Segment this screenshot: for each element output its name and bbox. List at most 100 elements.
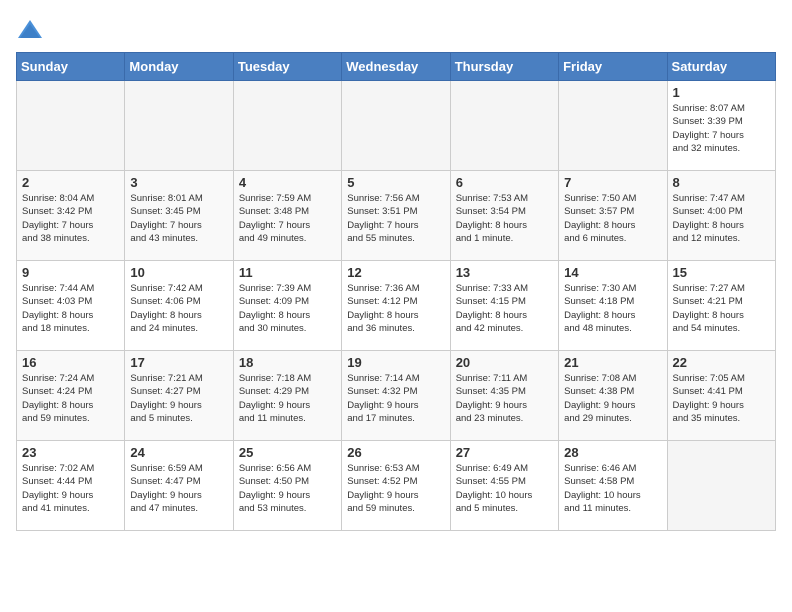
day-info: Sunrise: 7:11 AM Sunset: 4:35 PM Dayligh… [456, 372, 553, 425]
day-info: Sunrise: 7:47 AM Sunset: 4:00 PM Dayligh… [673, 192, 770, 245]
calendar-cell [342, 81, 450, 171]
calendar-cell: 19 Sunrise: 7:14 AM Sunset: 4:32 PM Dayli… [342, 351, 450, 441]
calendar-table: SundayMondayTuesdayWednesdayThursdayFrid… [16, 52, 776, 531]
calendar-cell: 17 Sunrise: 7:21 AM Sunset: 4:27 PM Dayli… [125, 351, 233, 441]
day-number: 20 [456, 355, 553, 370]
weekday-header-saturday: Saturday [667, 53, 775, 81]
calendar-cell: 2 Sunrise: 8:04 AM Sunset: 3:42 PM Daylig… [17, 171, 125, 261]
day-info: Sunrise: 7:18 AM Sunset: 4:29 PM Dayligh… [239, 372, 336, 425]
calendar-cell: 20 Sunrise: 7:11 AM Sunset: 4:35 PM Dayli… [450, 351, 558, 441]
day-number: 16 [22, 355, 119, 370]
day-info: Sunrise: 6:59 AM Sunset: 4:47 PM Dayligh… [130, 462, 227, 515]
logo [16, 16, 48, 44]
calendar-cell: 5 Sunrise: 7:56 AM Sunset: 3:51 PM Daylig… [342, 171, 450, 261]
calendar-cell: 21Sunrise: 7:08 AM Sunset: 4:38 PM Dayli… [559, 351, 667, 441]
day-number: 18 [239, 355, 336, 370]
calendar-cell: 12 Sunrise: 7:36 AM Sunset: 4:12 PM Dayli… [342, 261, 450, 351]
calendar-cell: 16 Sunrise: 7:24 AM Sunset: 4:24 PM Dayli… [17, 351, 125, 441]
calendar-cell: 22 Sunrise: 7:05 AM Sunset: 4:41 PM Dayli… [667, 351, 775, 441]
calendar-week-row: 16 Sunrise: 7:24 AM Sunset: 4:24 PM Dayli… [17, 351, 776, 441]
day-info: Sunrise: 7:02 AM Sunset: 4:44 PM Dayligh… [22, 462, 119, 515]
day-info: Sunrise: 7:39 AM Sunset: 4:09 PM Dayligh… [239, 282, 336, 335]
day-number: 10 [130, 265, 227, 280]
day-info: Sunrise: 7:36 AM Sunset: 4:12 PM Dayligh… [347, 282, 444, 335]
weekday-header-friday: Friday [559, 53, 667, 81]
day-number: 4 [239, 175, 336, 190]
weekday-header-sunday: Sunday [17, 53, 125, 81]
calendar-cell: 23 Sunrise: 7:02 AM Sunset: 4:44 PM Dayli… [17, 441, 125, 531]
day-info: Sunrise: 7:42 AM Sunset: 4:06 PM Dayligh… [130, 282, 227, 335]
day-info: Sunrise: 7:05 AM Sunset: 4:41 PM Dayligh… [673, 372, 770, 425]
day-info: Sunrise: 6:49 AM Sunset: 4:55 PM Dayligh… [456, 462, 553, 515]
day-number: 13 [456, 265, 553, 280]
calendar-week-row: 1 Sunrise: 8:07 AM Sunset: 3:39 PM Daylig… [17, 81, 776, 171]
day-number: 8 [673, 175, 770, 190]
calendar-cell: 15 Sunrise: 7:27 AM Sunset: 4:21 PM Dayli… [667, 261, 775, 351]
day-number: 17 [130, 355, 227, 370]
day-info: Sunrise: 7:59 AM Sunset: 3:48 PM Dayligh… [239, 192, 336, 245]
day-number: 11 [239, 265, 336, 280]
calendar-cell: 4 Sunrise: 7:59 AM Sunset: 3:48 PM Daylig… [233, 171, 341, 261]
weekday-header-row: SundayMondayTuesdayWednesdayThursdayFrid… [17, 53, 776, 81]
day-info: Sunrise: 8:01 AM Sunset: 3:45 PM Dayligh… [130, 192, 227, 245]
calendar-week-row: 23 Sunrise: 7:02 AM Sunset: 4:44 PM Dayli… [17, 441, 776, 531]
day-number: 5 [347, 175, 444, 190]
calendar-cell [125, 81, 233, 171]
day-number: 12 [347, 265, 444, 280]
day-info: Sunrise: 7:24 AM Sunset: 4:24 PM Dayligh… [22, 372, 119, 425]
day-number: 14 [564, 265, 661, 280]
calendar-cell [667, 441, 775, 531]
calendar-cell: 8 Sunrise: 7:47 AM Sunset: 4:00 PM Daylig… [667, 171, 775, 261]
day-number: 1 [673, 85, 770, 100]
logo-icon [16, 16, 44, 44]
calendar-cell: 18 Sunrise: 7:18 AM Sunset: 4:29 PM Dayli… [233, 351, 341, 441]
page-header [16, 16, 776, 44]
day-info: Sunrise: 7:27 AM Sunset: 4:21 PM Dayligh… [673, 282, 770, 335]
weekday-header-monday: Monday [125, 53, 233, 81]
day-number: 23 [22, 445, 119, 460]
day-info: Sunrise: 7:14 AM Sunset: 4:32 PM Dayligh… [347, 372, 444, 425]
calendar-cell: 28 Sunrise: 6:46 AM Sunset: 4:58 PM Dayli… [559, 441, 667, 531]
calendar-cell: 13 Sunrise: 7:33 AM Sunset: 4:15 PM Dayli… [450, 261, 558, 351]
day-number: 9 [22, 265, 119, 280]
day-number: 6 [456, 175, 553, 190]
day-number: 28 [564, 445, 661, 460]
calendar-cell: 6Sunrise: 7:53 AM Sunset: 3:54 PM Daylig… [450, 171, 558, 261]
weekday-header-wednesday: Wednesday [342, 53, 450, 81]
calendar-cell: 7 Sunrise: 7:50 AM Sunset: 3:57 PM Daylig… [559, 171, 667, 261]
day-number: 22 [673, 355, 770, 370]
calendar-cell: 10 Sunrise: 7:42 AM Sunset: 4:06 PM Dayli… [125, 261, 233, 351]
day-info: Sunrise: 6:56 AM Sunset: 4:50 PM Dayligh… [239, 462, 336, 515]
calendar-cell: 3 Sunrise: 8:01 AM Sunset: 3:45 PM Daylig… [125, 171, 233, 261]
day-info: Sunrise: 8:04 AM Sunset: 3:42 PM Dayligh… [22, 192, 119, 245]
day-info: Sunrise: 7:44 AM Sunset: 4:03 PM Dayligh… [22, 282, 119, 335]
day-number: 26 [347, 445, 444, 460]
calendar-cell: 1 Sunrise: 8:07 AM Sunset: 3:39 PM Daylig… [667, 81, 775, 171]
day-info: Sunrise: 7:33 AM Sunset: 4:15 PM Dayligh… [456, 282, 553, 335]
day-number: 7 [564, 175, 661, 190]
calendar-cell [450, 81, 558, 171]
weekday-header-thursday: Thursday [450, 53, 558, 81]
day-number: 3 [130, 175, 227, 190]
day-number: 15 [673, 265, 770, 280]
calendar-cell: 25Sunrise: 6:56 AM Sunset: 4:50 PM Dayli… [233, 441, 341, 531]
calendar-cell [233, 81, 341, 171]
calendar-cell [559, 81, 667, 171]
day-info: Sunrise: 7:56 AM Sunset: 3:51 PM Dayligh… [347, 192, 444, 245]
day-number: 27 [456, 445, 553, 460]
day-info: Sunrise: 7:21 AM Sunset: 4:27 PM Dayligh… [130, 372, 227, 425]
day-info: Sunrise: 8:07 AM Sunset: 3:39 PM Dayligh… [673, 102, 770, 155]
calendar-cell: 24 Sunrise: 6:59 AM Sunset: 4:47 PM Dayli… [125, 441, 233, 531]
calendar-cell: 9 Sunrise: 7:44 AM Sunset: 4:03 PM Daylig… [17, 261, 125, 351]
day-number: 21 [564, 355, 661, 370]
calendar-cell: 26 Sunrise: 6:53 AM Sunset: 4:52 PM Dayli… [342, 441, 450, 531]
day-info: Sunrise: 6:46 AM Sunset: 4:58 PM Dayligh… [564, 462, 661, 515]
day-number: 24 [130, 445, 227, 460]
day-number: 2 [22, 175, 119, 190]
day-info: Sunrise: 6:53 AM Sunset: 4:52 PM Dayligh… [347, 462, 444, 515]
calendar-cell: 27 Sunrise: 6:49 AM Sunset: 4:55 PM Dayli… [450, 441, 558, 531]
calendar-cell: 14Sunrise: 7:30 AM Sunset: 4:18 PM Dayli… [559, 261, 667, 351]
day-number: 19 [347, 355, 444, 370]
calendar-week-row: 9 Sunrise: 7:44 AM Sunset: 4:03 PM Daylig… [17, 261, 776, 351]
day-info: Sunrise: 7:50 AM Sunset: 3:57 PM Dayligh… [564, 192, 661, 245]
